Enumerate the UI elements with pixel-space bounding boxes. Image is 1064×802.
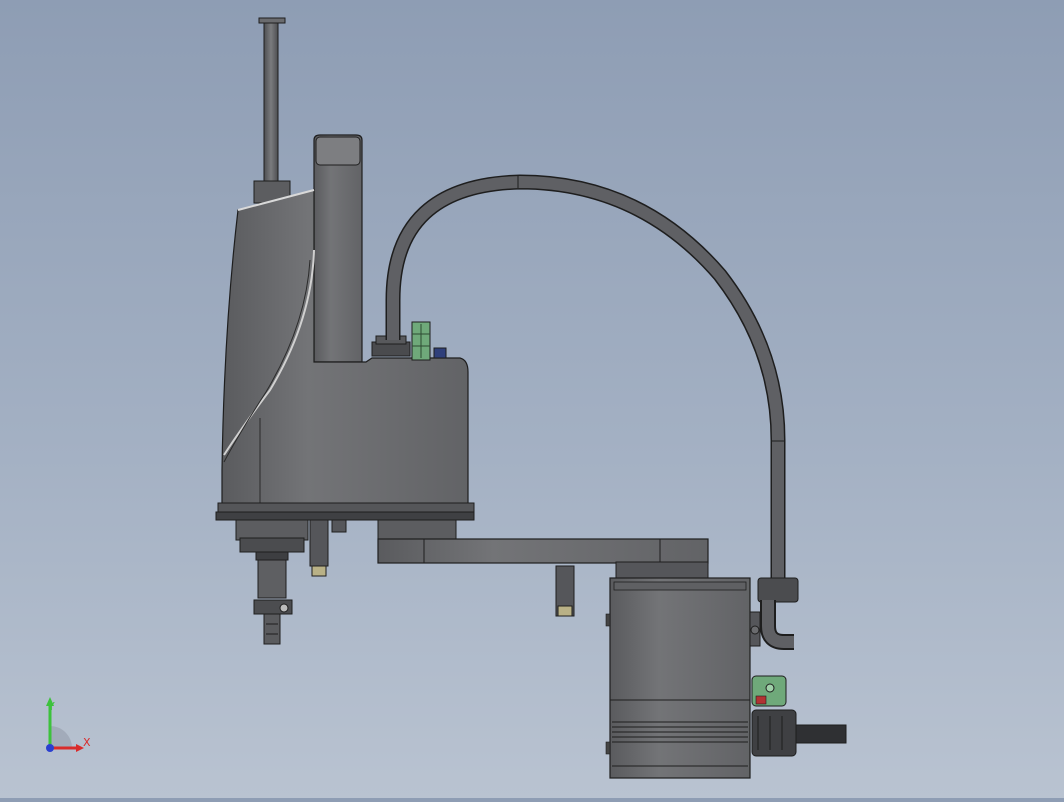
triad-z-axis xyxy=(46,744,54,752)
base-side-panel[interactable] xyxy=(749,611,761,647)
reference-triad: Y X xyxy=(46,697,91,752)
triad-y-label: Y xyxy=(47,700,55,713)
air-fitting-top[interactable] xyxy=(433,347,447,359)
green-connector-base[interactable] xyxy=(751,675,787,707)
arm1-link[interactable] xyxy=(377,519,709,579)
arm2-housing-tower[interactable] xyxy=(313,134,363,363)
triad-x-label: X xyxy=(83,736,91,749)
green-connector-top[interactable] xyxy=(411,321,431,361)
power-cable-gland[interactable] xyxy=(751,709,847,757)
cad-graphics-area[interactable]: Y X xyxy=(0,0,1064,798)
conduit-elbow[interactable] xyxy=(757,577,799,650)
quill-assembly[interactable] xyxy=(235,519,309,645)
scara-robot-model-view[interactable]: Y X xyxy=(0,0,1064,798)
robot-base[interactable] xyxy=(605,577,751,779)
ball-screw-shaft[interactable] xyxy=(253,17,291,204)
triad-plane xyxy=(50,726,72,748)
